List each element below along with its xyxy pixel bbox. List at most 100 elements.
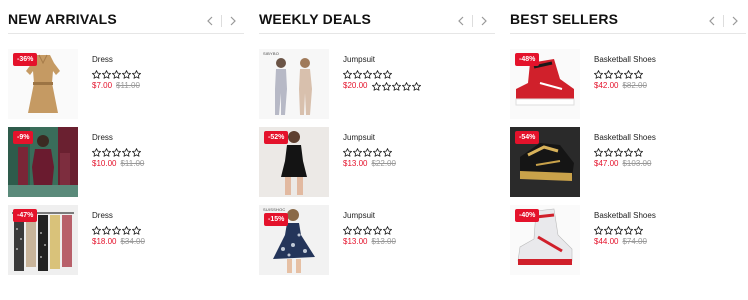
product-name[interactable]: Dress <box>92 55 242 65</box>
product-name[interactable]: Jumpsuit <box>343 133 493 143</box>
rating <box>92 225 242 235</box>
section-title: NEW ARRIVALS <box>8 11 117 27</box>
rating <box>92 69 242 79</box>
product-name[interactable]: Basketball Shoes <box>594 211 744 221</box>
sale-price: $42.00 <box>594 81 619 90</box>
product-card[interactable]: -9% Dress $10.00 $11.00 <box>8 127 244 199</box>
rating-stars <box>343 225 393 235</box>
price-row: $7.00 $11.00 <box>92 81 242 91</box>
product-watermark: SUISSHOC <box>263 207 286 212</box>
star-icon <box>383 147 392 157</box>
original-price: $22.00 <box>371 159 396 168</box>
product-info: Dress $18.00 $34.00 <box>92 211 242 247</box>
product-card[interactable]: -52% Jumpsuit $13.00 $22.00 <box>259 127 495 199</box>
product-image[interactable]: SIBYBO <box>259 49 329 119</box>
original-price: $13.00 <box>371 237 396 246</box>
original-price: $74.00 <box>622 237 647 246</box>
discount-badge: -48% <box>515 53 540 66</box>
chevron-right-icon[interactable] <box>473 12 495 30</box>
product-image[interactable]: -48% <box>510 49 580 119</box>
star-icon <box>373 225 382 235</box>
carousel-nav <box>701 12 746 30</box>
star-icon <box>604 225 613 235</box>
product-image[interactable]: SUISSHOC -15% <box>259 205 329 275</box>
product-image[interactable]: -9% <box>8 127 78 197</box>
star-icon <box>382 81 392 91</box>
product-image[interactable]: -36% <box>8 49 78 119</box>
star-icon <box>594 225 603 235</box>
section-title: WEEKLY DEALS <box>259 11 372 27</box>
discount-badge: -47% <box>13 209 38 222</box>
product-info: Jumpsuit $13.00 $22.00 <box>343 133 493 169</box>
section-title: BEST SELLERS <box>510 11 619 27</box>
sale-price: $44.00 <box>594 237 619 246</box>
discount-badge: -36% <box>13 53 38 66</box>
star-icon <box>624 147 633 157</box>
star-icon <box>132 147 141 157</box>
price-row: $42.00 $82.00 <box>594 81 744 91</box>
discount-badge: -15% <box>264 213 289 226</box>
star-icon <box>392 81 402 91</box>
product-image[interactable]: -54% <box>510 127 580 197</box>
section-best-sellers: BEST SELLERS -48% Basketball Shoes $42.0… <box>510 0 746 300</box>
star-icon <box>353 69 362 79</box>
rating <box>343 225 493 235</box>
star-icon <box>624 225 633 235</box>
original-price: $11.00 <box>120 159 145 168</box>
star-icon <box>372 81 382 91</box>
star-icon <box>604 69 613 79</box>
star-icon <box>132 225 141 235</box>
star-icon <box>624 69 633 79</box>
product-image[interactable]: -40% <box>510 205 580 275</box>
rating-stars <box>343 69 393 79</box>
product-card[interactable]: -48% Basketball Shoes $42.00 $82.00 <box>510 49 746 121</box>
product-card[interactable]: SUISSHOC -15% Jumpsuit $13.00 $13.00 <box>259 205 495 277</box>
product-card[interactable]: -47% Dress $18.00 $34.00 <box>8 205 244 277</box>
product-image[interactable]: -52% <box>259 127 329 197</box>
star-icon <box>102 225 111 235</box>
star-icon <box>102 147 111 157</box>
chevron-right-icon[interactable] <box>222 12 244 30</box>
price-row: $13.00 $22.00 <box>343 159 493 169</box>
product-card[interactable]: SIBYBO Jumpsuit $20.00 <box>259 49 495 121</box>
chevron-left-icon[interactable] <box>199 12 221 30</box>
product-name[interactable]: Dress <box>92 133 242 143</box>
star-icon <box>343 69 352 79</box>
section-weekly-deals: WEEKLY DEALS SIBYBO Jumpsuit $20.00 -52%… <box>259 0 495 300</box>
section-header: WEEKLY DEALS <box>259 0 495 34</box>
product-card[interactable]: -54% Basketball Shoes $47.00 $103.00 <box>510 127 746 199</box>
star-icon <box>112 147 121 157</box>
discount-badge: -40% <box>515 209 540 222</box>
chevron-right-icon[interactable] <box>724 12 746 30</box>
product-name[interactable]: Basketball Shoes <box>594 55 744 65</box>
rating <box>343 147 493 157</box>
price-row: $13.00 $13.00 <box>343 237 493 247</box>
sale-price: $13.00 <box>343 159 368 168</box>
product-name[interactable]: Basketball Shoes <box>594 133 744 143</box>
rating-stars <box>594 147 644 157</box>
price-row: $18.00 $34.00 <box>92 237 242 247</box>
product-card[interactable]: -36% Dress $7.00 $11.00 <box>8 49 244 121</box>
sale-price: $13.00 <box>343 237 368 246</box>
sale-price: $20.00 <box>343 81 368 90</box>
original-price: $103.00 <box>622 159 652 168</box>
product-name[interactable]: Dress <box>92 211 242 221</box>
star-icon <box>122 225 131 235</box>
product-name[interactable]: Jumpsuit <box>343 55 493 65</box>
discount-badge: -52% <box>264 131 289 144</box>
section-new-arrivals: NEW ARRIVALS -36% Dress $7.00 $11.00 -9%… <box>8 0 244 300</box>
product-card[interactable]: -40% Basketball Shoes $44.00 $74.00 <box>510 205 746 277</box>
star-icon <box>383 225 392 235</box>
star-icon <box>604 147 613 157</box>
chevron-left-icon[interactable] <box>701 12 723 30</box>
discount-badge: -54% <box>515 131 540 144</box>
star-icon <box>594 147 603 157</box>
product-image[interactable]: -47% <box>8 205 78 275</box>
rating-inline <box>372 81 422 91</box>
price-row: $44.00 $74.00 <box>594 237 744 247</box>
product-name[interactable]: Jumpsuit <box>343 211 493 221</box>
star-icon <box>634 225 643 235</box>
chevron-left-icon[interactable] <box>450 12 472 30</box>
star-icon <box>363 69 372 79</box>
product-info: Dress $7.00 $11.00 <box>92 55 242 91</box>
